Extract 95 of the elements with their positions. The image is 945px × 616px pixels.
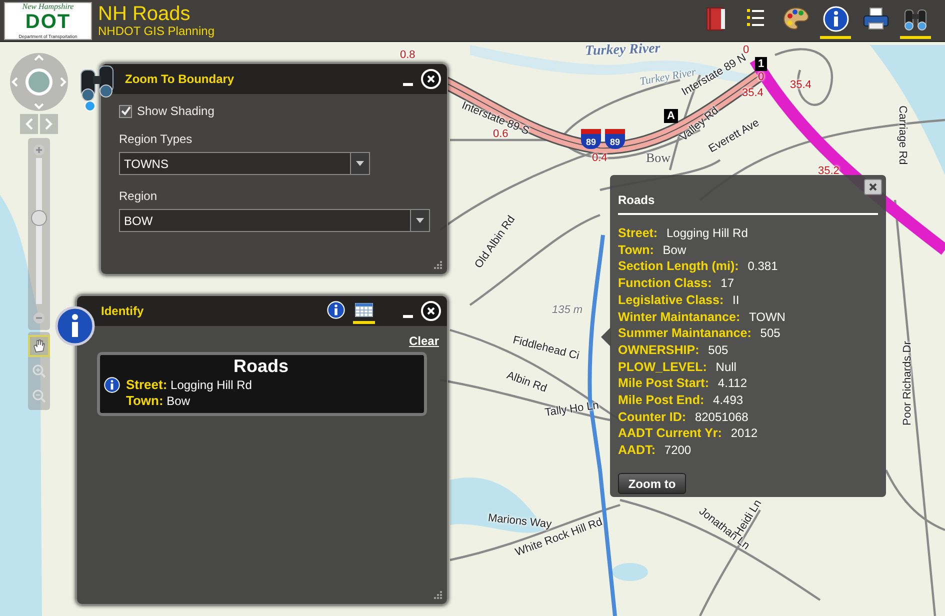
field-label: Counter ID: bbox=[618, 410, 686, 424]
resize-grip-icon[interactable] bbox=[434, 261, 443, 270]
plus-icon bbox=[33, 144, 45, 156]
milepost-label: 35.2 bbox=[818, 166, 840, 177]
popup-title: Roads bbox=[618, 193, 878, 215]
field-value: Bow bbox=[662, 242, 686, 257]
field-value: 2012 bbox=[730, 426, 758, 440]
elevation-label: 135 m bbox=[552, 305, 583, 316]
field-label: AADT Current Yr: bbox=[618, 426, 722, 440]
info-icon bbox=[822, 6, 848, 32]
checkbox-label: Show Shading bbox=[137, 104, 214, 118]
close-icon bbox=[427, 75, 435, 83]
minus-icon bbox=[33, 312, 45, 324]
interstate-shield: 89 bbox=[581, 129, 601, 149]
close-button[interactable] bbox=[864, 179, 882, 195]
field-label: Street: bbox=[126, 376, 168, 392]
milepost-label: 0.8 bbox=[400, 50, 416, 61]
checkbox[interactable] bbox=[119, 104, 132, 118]
checkmark-icon bbox=[120, 106, 130, 116]
logo-state-text: New Hampshire bbox=[22, 2, 74, 11]
road-line bbox=[774, 48, 833, 106]
zoom-out-icon bbox=[32, 389, 46, 403]
river-label: Turkey River bbox=[584, 41, 661, 60]
region-types-dropdown[interactable]: TOWNS bbox=[119, 152, 370, 175]
milepost-label: 35.4 bbox=[790, 80, 812, 91]
minimize-button[interactable] bbox=[403, 82, 413, 86]
field-label: AADT: bbox=[618, 443, 656, 458]
app-subtitle: NHDOT GIS Planning bbox=[98, 24, 214, 38]
caret-icon bbox=[416, 218, 424, 223]
field-value: 505 bbox=[760, 326, 780, 340]
field-value: II bbox=[732, 292, 740, 307]
milepost-label: 0.4 bbox=[592, 153, 608, 164]
info-icon[interactable] bbox=[104, 376, 120, 393]
close-icon bbox=[869, 183, 877, 191]
field-value: Logging Hill Rd bbox=[666, 226, 748, 240]
field-value: Logging Hill Rd bbox=[170, 378, 252, 392]
field-label: OWNERSHIP: bbox=[618, 342, 700, 357]
book-icon bbox=[704, 6, 728, 32]
milepost-label: 35.4 bbox=[742, 88, 764, 99]
milepost-label: 0 bbox=[743, 45, 750, 56]
field-label: Legislative Class: bbox=[618, 292, 724, 307]
pond-water bbox=[612, 563, 648, 581]
road-label: Albin Rd bbox=[505, 370, 548, 395]
field-label: Street: bbox=[618, 226, 658, 240]
road-label: Marions Way bbox=[487, 513, 552, 531]
field-value: Null bbox=[716, 360, 736, 374]
field-value: 4.493 bbox=[713, 393, 744, 408]
field-value: Bow bbox=[166, 394, 190, 408]
map-tool-button[interactable] bbox=[28, 335, 50, 357]
place-label: Bow bbox=[646, 150, 671, 166]
printer-icon bbox=[862, 7, 890, 31]
field-label: Function Class: bbox=[618, 276, 712, 290]
field-label: Winter Maintanance: bbox=[618, 310, 740, 324]
road-label: Tally Ho Ln bbox=[544, 400, 600, 419]
panel-title: Identify bbox=[101, 304, 144, 318]
field-label: Mile Post End: bbox=[618, 393, 704, 408]
exit-marker: 1 bbox=[755, 57, 768, 71]
field-label: Mile Post Start: bbox=[618, 376, 709, 390]
field-label: Region Types bbox=[119, 132, 194, 146]
minimize-button[interactable] bbox=[403, 314, 413, 318]
field-value: 0.381 bbox=[748, 259, 778, 274]
result-layer-title: Roads bbox=[232, 357, 290, 377]
logo-wordmark: DOT bbox=[25, 11, 71, 34]
clear-link[interactable]: Clear bbox=[408, 334, 439, 348]
resize-grip-icon[interactable] bbox=[434, 591, 443, 600]
field-value: 505 bbox=[708, 342, 728, 357]
field-value: 82051068 bbox=[694, 410, 748, 424]
caret-icon bbox=[356, 161, 364, 166]
table-icon bbox=[355, 302, 373, 316]
info-icon bbox=[327, 300, 345, 318]
field-label: Section Length (mi): bbox=[618, 259, 739, 274]
field-label: PLOW_LEVEL: bbox=[618, 360, 707, 374]
field-value: 4.112 bbox=[718, 376, 748, 390]
field-label: Summer Maintanance: bbox=[618, 326, 752, 340]
field-value: 7200 bbox=[664, 443, 692, 458]
milepost-label: 0 bbox=[758, 72, 764, 83]
panel-title: Zoom To Boundary bbox=[125, 72, 234, 86]
zoom-in-icon bbox=[32, 364, 46, 378]
field-value: 17 bbox=[720, 276, 734, 290]
road-label: Carriage Rd bbox=[896, 106, 908, 165]
palette-icon bbox=[782, 6, 810, 32]
road-label: Poor Richards Dr bbox=[902, 341, 914, 426]
region-dropdown[interactable]: BOW bbox=[119, 209, 430, 232]
field-label: Town: bbox=[126, 392, 164, 408]
exit-marker: A bbox=[664, 109, 678, 123]
info-icon bbox=[55, 306, 95, 346]
close-icon bbox=[427, 307, 435, 315]
app-title: NH Roads bbox=[98, 4, 192, 25]
field-label: Region bbox=[119, 189, 158, 203]
interstate-shield: 89 bbox=[605, 129, 625, 149]
field-value: TOWN bbox=[749, 310, 786, 324]
hand-icon bbox=[33, 339, 45, 353]
milepost-label: 0.6 bbox=[493, 129, 508, 140]
field-label: Town: bbox=[618, 242, 654, 257]
zoom-to-button[interactable]: Zoom to bbox=[618, 473, 686, 494]
